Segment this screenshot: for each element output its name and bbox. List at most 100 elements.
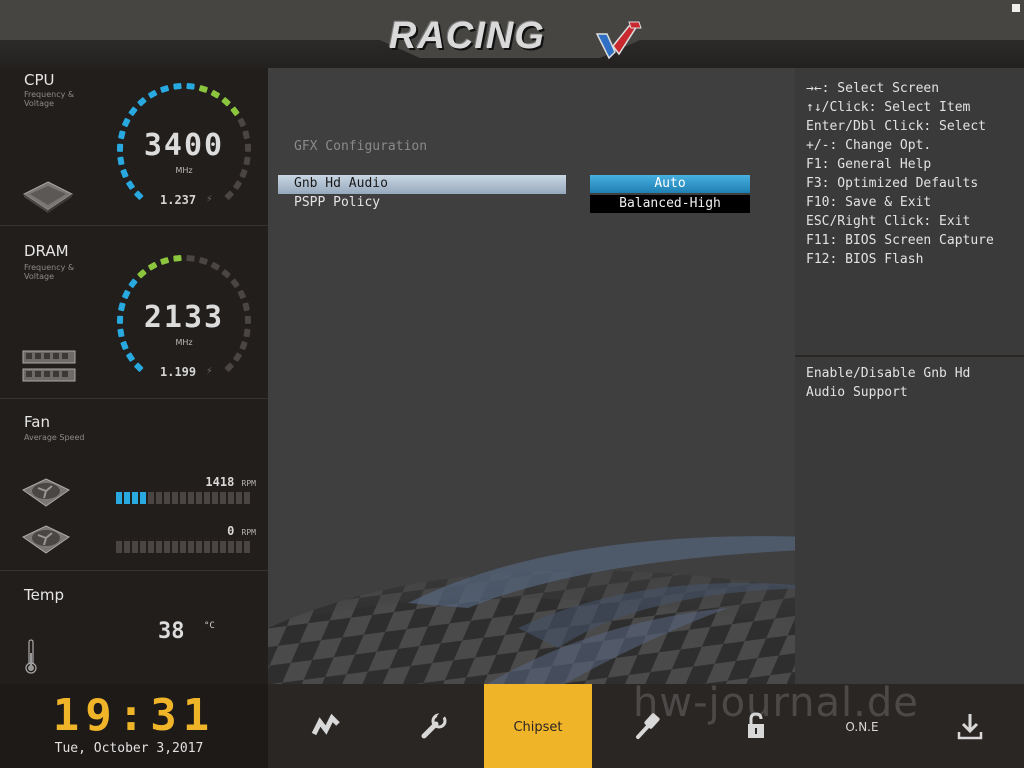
dram-gauge-segment (137, 269, 147, 279)
temp-unit: °C (204, 621, 215, 631)
option-label: Gnb Hd Audio (294, 176, 388, 191)
fan-speed-segment (116, 492, 122, 504)
help-key-line: F1: General Help (806, 157, 932, 172)
logo-v-icon (595, 21, 642, 60)
cpu-gauge-segment (186, 83, 195, 90)
fan-subtitle: Average Speed (24, 433, 85, 442)
fan-speed-segment (180, 541, 186, 553)
chipset-settings-panel: GFX Configuration Gnb Hd Audio Auto PSPP… (268, 68, 795, 684)
dram-gauge-segment (160, 257, 170, 265)
help-key-line: F12: BIOS Flash (806, 252, 924, 267)
option-value-pspp-policy[interactable]: Balanced-High (590, 195, 750, 213)
item-description-line: Audio Support (806, 385, 908, 400)
fan-speed-segment (156, 492, 162, 504)
tab-exit[interactable] (916, 684, 1024, 768)
racing-flag-icon (311, 713, 340, 736)
fan1-speed-bar (116, 492, 256, 504)
option-row-pspp-policy[interactable]: PSPP Policy (278, 194, 566, 213)
fan-speed-segment (236, 541, 242, 553)
fan2-rpm-value: 0 (227, 524, 235, 538)
help-key-line: →←: Select Screen (806, 81, 940, 96)
help-key-line: Enter/Dbl Click: Select (806, 119, 987, 134)
fan-speed-segment (132, 541, 138, 553)
option-value-gnb-hd-audio[interactable]: Auto (590, 175, 750, 193)
cpu-gauge-segment (224, 190, 234, 200)
dram-gauge-segment (173, 255, 182, 262)
fan-speed-segment (244, 541, 250, 553)
fan-speed-segment (140, 541, 146, 553)
hardware-monitor-sidebar: CPU Frequency & Voltage 3400 MHz 1.237 ⚡… (0, 68, 268, 684)
fan-speed-segment (196, 492, 202, 504)
fan-speed-segment (204, 492, 210, 504)
dram-gauge-segment (134, 362, 144, 372)
dram-gauge-segment (230, 278, 240, 288)
ram-stick-icon (22, 368, 76, 382)
dram-gauge-segment (198, 257, 208, 265)
wrench-icon (421, 711, 447, 739)
download-icon (957, 714, 983, 740)
cpu-frequency-value: 3400 (143, 128, 225, 163)
help-key-line: +/-: Change Opt. (806, 138, 932, 153)
fan-speed-segment (188, 492, 194, 504)
fan-speed-segment (148, 492, 154, 504)
dram-gauge-segment (224, 362, 234, 372)
cpu-gauge-segment (221, 97, 231, 107)
cpu-gauge-segment (198, 85, 208, 93)
fan-speed-segment (244, 492, 250, 504)
cpu-frequency-gauge: 3400 MHz 1.237 ⚡ (108, 74, 260, 226)
fan-title: Fan (24, 413, 50, 431)
cpu-gauge-segment (122, 117, 131, 128)
fan1-rpm-readout: 1418 RPM (116, 475, 256, 489)
fan-speed-segment (220, 541, 226, 553)
cpu-gauge-segment (210, 90, 220, 99)
section-title: GFX Configuration (294, 139, 428, 154)
fan1-rpm-unit: RPM (241, 479, 256, 488)
dram-frequency-unit: MHz (175, 338, 193, 347)
fan-speed-segment (236, 492, 242, 504)
watermark: hw-journal.de (633, 680, 919, 726)
dram-gauge-segment (128, 278, 138, 288)
option-label: PSPP Policy (294, 195, 381, 210)
tab-chipset-label: Chipset (513, 720, 563, 735)
tab-chipset[interactable]: Chipset (484, 684, 592, 768)
cpu-gauge-segment (128, 106, 138, 116)
temp-title: Temp (24, 586, 64, 604)
fan-icon (22, 525, 70, 554)
fan-speed-segment (164, 492, 170, 504)
voltage-bolt-icon: ⚡ (206, 192, 213, 205)
racing-flag-background (268, 536, 795, 684)
dram-voltage-value: 1.199 (160, 365, 197, 379)
fan2-rpm-readout: 0 RPM (116, 524, 256, 538)
fan-speed-segment (156, 541, 162, 553)
cpu-gauge-segment (126, 180, 135, 190)
dram-title: DRAM (24, 242, 69, 260)
fan-speed-segment (172, 541, 178, 553)
help-key-line: ESC/Right Click: Exit (806, 214, 971, 229)
fan-speed-segment (220, 492, 226, 504)
dram-subtitle: Frequency & Voltage (24, 263, 75, 281)
cpu-gauge-segment (173, 83, 182, 90)
fan-speed-segment (188, 541, 194, 553)
tab-oc-tweaker[interactable] (272, 684, 380, 768)
fan-speed-segment (140, 492, 146, 504)
fan-speed-segment (204, 541, 210, 553)
fan-speed-segment (196, 541, 202, 553)
tab-advanced[interactable] (380, 684, 488, 768)
cpu-subtitle: Frequency & Voltage (24, 90, 75, 108)
help-key-line: F11: BIOS Screen Capture (806, 233, 994, 248)
fan-speed-segment (228, 492, 234, 504)
cpu-gauge-segment (230, 106, 240, 116)
racing-logo: RACING (383, 12, 645, 64)
fan-icon (22, 478, 70, 507)
fan-speed-segment (172, 492, 178, 504)
voltage-bolt-icon: ⚡ (206, 364, 213, 377)
option-row-gnb-hd-audio[interactable]: Gnb Hd Audio (278, 175, 566, 194)
fan-speed-segment (124, 541, 130, 553)
dram-gauge-segment (126, 352, 135, 362)
cpu-frequency-unit: MHz (175, 166, 193, 175)
dram-gauge-segment (237, 289, 246, 300)
help-key-line: ↑↓/Click: Select Item (806, 100, 971, 115)
item-description-panel: Enable/Disable Gnb Hd Audio Support (795, 357, 1024, 684)
fan2-speed-bar (116, 541, 256, 553)
fan-speed-segment (228, 541, 234, 553)
